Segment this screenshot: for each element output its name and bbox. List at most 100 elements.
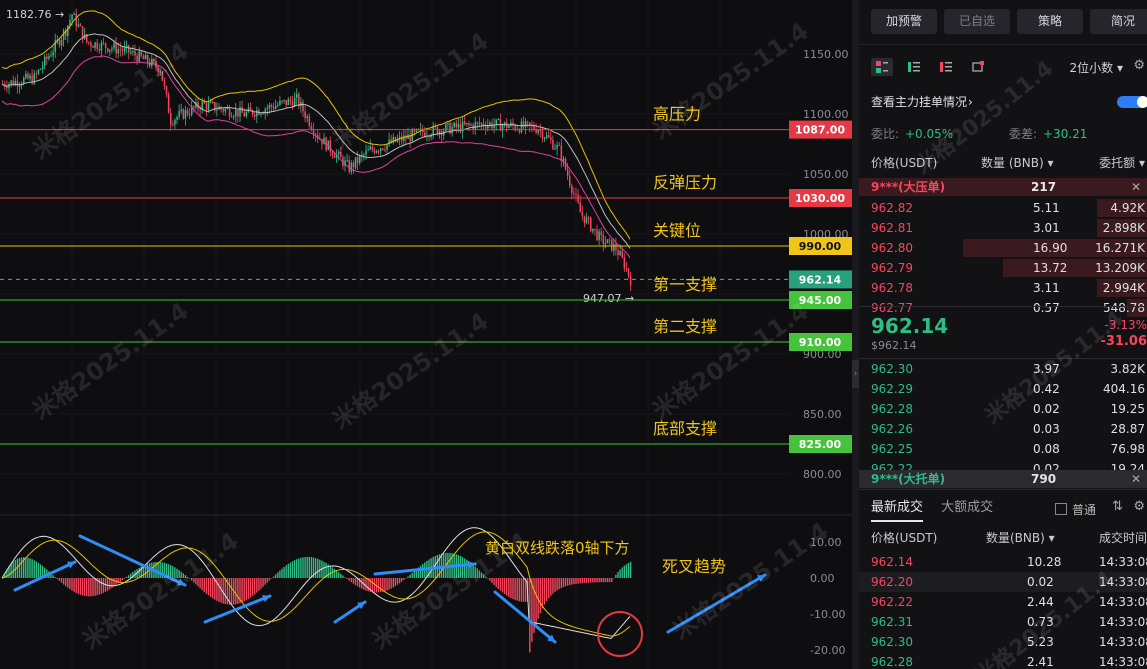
precision-value: 2位小数 bbox=[1069, 61, 1114, 75]
chart-canvas[interactable]: 1150.001100.001050.001000.00900.00850.00… bbox=[0, 0, 852, 669]
col-total-header[interactable]: 委托额 ▾ bbox=[1099, 153, 1145, 173]
candle-body bbox=[352, 162, 355, 168]
main-orders-toggle[interactable] bbox=[1117, 96, 1147, 108]
macd-tick-label: 0.00 bbox=[810, 572, 835, 585]
candle-body bbox=[623, 257, 626, 269]
ask-row[interactable]: 962.78 3.11 2.994K bbox=[859, 278, 1147, 298]
big-ask-row[interactable]: 9***(大压单) 217 ✕ bbox=[859, 178, 1147, 196]
candle-body bbox=[107, 48, 109, 52]
favorited-button[interactable]: 已自选 bbox=[944, 9, 1010, 34]
macd-bar bbox=[77, 578, 79, 594]
candle-body bbox=[476, 122, 479, 124]
candle-body bbox=[224, 108, 227, 112]
candle-body bbox=[527, 121, 529, 123]
level-price-text: 825.00 bbox=[799, 438, 842, 451]
macd-bar bbox=[329, 565, 331, 578]
settings-gear-icon[interactable]: ⚙ bbox=[1133, 499, 1145, 514]
tab-latest-trades[interactable]: 最新成交 bbox=[871, 500, 924, 522]
macd-bar bbox=[617, 571, 619, 578]
overview-button[interactable]: 简况 bbox=[1090, 9, 1147, 34]
filter-icon[interactable]: ⇅ bbox=[1112, 499, 1123, 514]
level-price-text: 962.14 bbox=[799, 273, 842, 286]
settings-gear-icon[interactable]: ⚙ bbox=[1133, 58, 1145, 73]
candle-body bbox=[524, 121, 527, 128]
add-alert-button[interactable]: 加预警 bbox=[871, 9, 937, 34]
macd-bar bbox=[33, 560, 35, 578]
candle-body bbox=[207, 102, 210, 110]
macd-bar bbox=[56, 578, 58, 580]
book-compact-icon[interactable] bbox=[967, 58, 989, 76]
ask-price: 962.79 bbox=[871, 261, 913, 275]
ask-row[interactable]: 962.79 13.72 13.209K bbox=[859, 258, 1147, 278]
checkbox-icon[interactable] bbox=[1055, 503, 1067, 515]
col-qty-header[interactable]: 数量 (BNB) ▾ bbox=[981, 153, 1053, 173]
big-bid-row[interactable]: 9***(大托单) 790 ✕ bbox=[859, 470, 1147, 488]
book-bids-icon[interactable] bbox=[903, 58, 925, 76]
candle-body bbox=[583, 215, 586, 224]
candle-body bbox=[136, 55, 138, 62]
candle-body bbox=[226, 108, 229, 110]
precision-select[interactable]: 2位小数 ▾ bbox=[1070, 59, 1123, 76]
candle-body bbox=[457, 124, 460, 128]
tab-big-trades[interactable]: 大额成交 bbox=[941, 500, 993, 515]
trade-row[interactable]: 962.22 2.44 14:33:08 bbox=[859, 592, 1147, 612]
pane-divider[interactable] bbox=[852, 0, 859, 669]
candle-body bbox=[230, 116, 233, 118]
candle-body bbox=[260, 113, 262, 115]
macd-bar bbox=[10, 563, 12, 578]
trade-row[interactable]: 962.30 5.23 14:33:08 bbox=[859, 632, 1147, 652]
book-asks-icon[interactable] bbox=[935, 58, 957, 76]
candle-body bbox=[167, 94, 170, 114]
candle-body bbox=[174, 119, 176, 125]
candle-body bbox=[304, 111, 306, 118]
macd-bar bbox=[289, 562, 292, 578]
ask-price: 962.81 bbox=[871, 221, 913, 235]
macd-bar bbox=[550, 578, 552, 596]
trade-col-qty[interactable]: 数量(BNB) ▾ bbox=[986, 528, 1055, 548]
ask-row[interactable]: 962.80 16.90 16.271K bbox=[859, 238, 1147, 258]
candle-body bbox=[75, 13, 77, 27]
price-tick-label: 1150.00 bbox=[803, 48, 849, 61]
watermark: 米格2025.11.4 bbox=[327, 307, 493, 435]
trade-row[interactable]: 962.28 2.41 14:33:08 bbox=[859, 652, 1147, 669]
candle-body bbox=[611, 239, 613, 251]
collapse-arrow-icon[interactable]: › bbox=[852, 360, 859, 388]
diff-label: 委差: bbox=[1009, 127, 1038, 141]
trade-row[interactable]: 962.31 0.73 14:33:08 bbox=[859, 612, 1147, 632]
candle-body bbox=[594, 228, 596, 230]
trade-row[interactable]: 962.14 10.28 14:33:08 bbox=[859, 552, 1147, 572]
bid-row[interactable]: 962.30 3.97 3.82K bbox=[859, 359, 1147, 379]
candle-body bbox=[569, 175, 571, 186]
candle-body bbox=[182, 109, 185, 119]
candle-body bbox=[447, 122, 449, 125]
book-both-icon[interactable] bbox=[871, 58, 893, 76]
ask-row[interactable]: 962.82 5.11 4.92K bbox=[859, 198, 1147, 218]
candle-body bbox=[312, 129, 315, 135]
macd-bar bbox=[54, 577, 56, 578]
trade-price: 962.20 bbox=[871, 575, 913, 589]
bid-row[interactable]: 962.25 0.08 76.98 bbox=[859, 439, 1147, 459]
candle-body bbox=[556, 145, 558, 149]
candle-body bbox=[497, 119, 500, 121]
macd-bar bbox=[508, 578, 510, 597]
macd-bar bbox=[592, 578, 594, 583]
main-orders-link[interactable]: 查看主力挂单情况 › bbox=[871, 92, 1147, 112]
macd-bar bbox=[361, 578, 363, 589]
trade-row[interactable]: 962.20 0.02 14:33:08 bbox=[859, 572, 1147, 592]
candle-body bbox=[272, 106, 275, 109]
close-icon[interactable]: ✕ bbox=[1131, 178, 1141, 196]
strategy-button[interactable]: 策略 bbox=[1017, 9, 1083, 34]
candle-body bbox=[60, 39, 63, 46]
macd-bar bbox=[520, 578, 523, 602]
candle-body bbox=[180, 109, 182, 112]
candle-body bbox=[176, 116, 178, 120]
action-buttons: 加预警 已自选 策略 简况 bbox=[871, 9, 1147, 34]
normal-filter[interactable]: 普通 bbox=[1055, 501, 1096, 518]
close-icon[interactable]: ✕ bbox=[1131, 470, 1141, 488]
kline-chart[interactable]: 1150.00 1100.00 1050.00 1000.00 900.00 850.00… bbox=[0, 0, 852, 669]
bid-row[interactable]: 962.29 0.42 404.16 bbox=[859, 379, 1147, 399]
ask-row[interactable]: 962.81 3.01 2.898K bbox=[859, 218, 1147, 238]
bid-row[interactable]: 962.28 0.02 19.25 bbox=[859, 399, 1147, 419]
macd-bar bbox=[212, 578, 214, 599]
bid-row[interactable]: 962.26 0.03 28.87 bbox=[859, 419, 1147, 439]
